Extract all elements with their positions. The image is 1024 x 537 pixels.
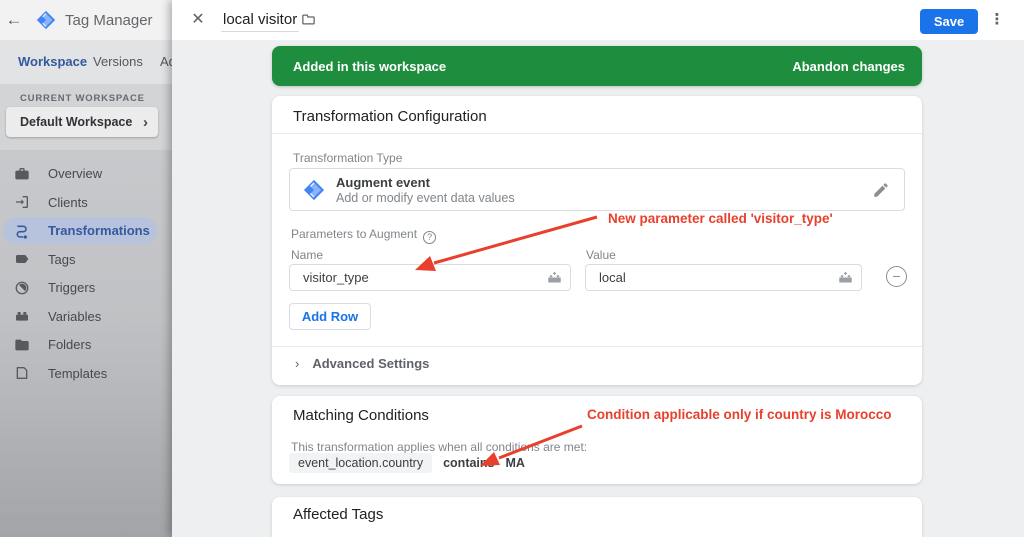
screen: ← Tag Manager Workspace Versions Ad CURR… <box>0 0 1024 537</box>
tag-manager-logo-icon <box>36 10 56 30</box>
variable-picker-icon[interactable] <box>546 270 563 285</box>
tab-workspace[interactable]: Workspace <box>18 54 87 69</box>
condition-variable-chip[interactable]: event_location.country <box>289 453 432 473</box>
condition-operator: contains <box>443 456 494 470</box>
clients-icon <box>14 194 30 210</box>
sidebar: ← Tag Manager Workspace Versions Ad CURR… <box>0 0 172 537</box>
help-icon[interactable]: ? <box>423 231 436 244</box>
current-workspace-label: CURRENT WORKSPACE <box>20 93 145 104</box>
condition-row: event_location.country contains MA <box>289 453 525 473</box>
divider <box>272 346 922 347</box>
parameters-label: Parameters to Augment? <box>291 227 436 244</box>
sidebar-item-clients[interactable]: Clients <box>3 189 157 216</box>
transformation-configuration-card: Transformation Configuration Transformat… <box>272 96 922 385</box>
sidebar-item-tags[interactable]: Tags <box>3 246 157 273</box>
back-arrow-icon[interactable]: ← <box>0 10 28 30</box>
app-title: Tag Manager <box>65 12 153 29</box>
sidebar-item-label: Transformations <box>48 223 150 238</box>
condition-value: MA <box>506 456 525 470</box>
workspace-selector[interactable]: Default Workspace › <box>6 107 158 137</box>
save-button[interactable]: Save <box>920 9 978 34</box>
variables-icon <box>14 308 30 324</box>
advanced-settings-label: Advanced Settings <box>312 356 429 371</box>
sidebar-item-folders[interactable]: Folders <box>3 331 157 358</box>
sidebar-item-label: Folders <box>48 337 91 352</box>
folder-icon[interactable] <box>300 12 317 27</box>
chevron-right-icon: › <box>295 356 299 371</box>
variable-picker-icon[interactable] <box>837 270 854 285</box>
sidebar-item-variables[interactable]: Variables <box>3 303 157 330</box>
annotation-text-condition: Condition applicable only if country is … <box>587 407 892 422</box>
sidebar-menu: Overview Clients Transformations Tags Tr… <box>0 150 172 537</box>
transformation-type-box[interactable]: Augment event Add or modify event data v… <box>289 168 905 211</box>
tags-icon <box>14 251 30 267</box>
sidebar-item-label: Triggers <box>48 280 95 295</box>
sidebar-item-label: Templates <box>48 366 107 381</box>
sidebar-item-label: Clients <box>48 195 88 210</box>
type-description: Add or modify event data values <box>336 191 515 205</box>
value-input[interactable] <box>585 264 862 291</box>
sidebar-item-transformations[interactable]: Transformations <box>3 217 157 244</box>
triggers-icon <box>14 280 30 296</box>
banner-message: Added in this workspace <box>293 59 792 74</box>
folders-icon <box>14 337 30 353</box>
nav-tabs: Workspace Versions Ad <box>0 40 172 84</box>
abandon-changes-button[interactable]: Abandon changes <box>792 59 905 74</box>
value-field-wrap <box>585 264 862 291</box>
value-label: Value <box>586 248 616 262</box>
transformation-type-label: Transformation Type <box>293 151 402 165</box>
divider <box>272 133 922 134</box>
sidebar-item-triggers[interactable]: Triggers <box>3 274 157 301</box>
tab-versions[interactable]: Versions <box>93 54 143 69</box>
card-title: Affected Tags <box>293 506 383 523</box>
sidebar-item-overview[interactable]: Overview <box>3 160 157 187</box>
name-label: Name <box>291 248 323 262</box>
type-name: Augment event <box>336 175 430 190</box>
transformations-icon <box>14 223 30 239</box>
current-workspace-section: CURRENT WORKSPACE Default Workspace › <box>0 84 172 150</box>
sidebar-item-label: Tags <box>48 252 75 267</box>
name-field-wrap <box>289 264 571 291</box>
advanced-settings-toggle[interactable]: › Advanced Settings <box>295 356 429 371</box>
conditions-description: This transformation applies when all con… <box>291 440 587 454</box>
workspace-name: Default Workspace <box>20 115 143 129</box>
remove-row-icon[interactable]: − <box>886 266 907 287</box>
chevron-right-icon: › <box>143 114 148 131</box>
sidebar-item-templates[interactable]: Templates <box>3 360 157 387</box>
affected-tags-card: Affected Tags <box>272 497 922 537</box>
panel-header: ✕ local visitor Save ⋮ <box>172 0 1024 40</box>
sidebar-item-label: Overview <box>48 166 102 181</box>
name-input[interactable] <box>289 264 571 291</box>
card-title: Matching Conditions <box>293 407 429 424</box>
card-title: Transformation Configuration <box>293 108 487 125</box>
templates-icon <box>14 365 30 381</box>
annotation-text-parameter: New parameter called 'visitor_type' <box>608 211 833 226</box>
tab-admin[interactable]: Ad <box>160 54 172 69</box>
detail-panel: ✕ local visitor Save ⋮ Added in this wor… <box>172 0 1024 537</box>
more-options-icon[interactable]: ⋮ <box>987 10 1007 30</box>
close-icon[interactable]: ✕ <box>188 10 208 30</box>
edit-pencil-icon[interactable] <box>872 181 890 199</box>
workspace-status-banner: Added in this workspace Abandon changes <box>272 46 922 86</box>
sidebar-item-label: Variables <box>48 309 101 324</box>
augment-event-icon <box>303 179 325 201</box>
overview-icon <box>14 166 30 182</box>
add-row-button[interactable]: Add Row <box>289 303 371 330</box>
parameters-label-text: Parameters to Augment <box>291 227 417 241</box>
sidebar-header: ← Tag Manager <box>0 0 172 40</box>
transformation-title-field[interactable]: local visitor <box>221 9 299 32</box>
